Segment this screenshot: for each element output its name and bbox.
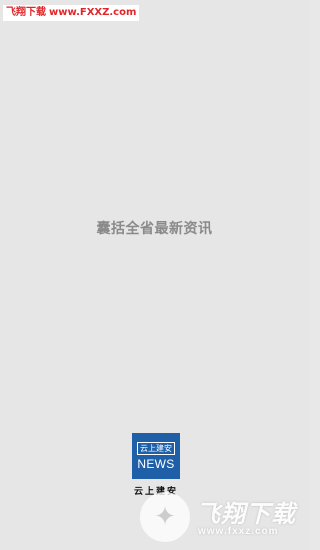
watermark-site-name: 飞翔下载	[6, 7, 46, 18]
app-logo: 云上建安 NEWS	[132, 433, 180, 479]
top-watermark: 飞翔下载 www.FXXZ.com	[3, 5, 140, 21]
watermark-logo-icon: ✦	[140, 492, 190, 542]
splash-tagline: 囊括全省最新资讯	[96, 221, 213, 237]
logo-badge-text: 云上建安	[137, 441, 175, 455]
bottom-watermark: ✦ 飞翔下载 www.fxxz.com	[140, 488, 305, 546]
splash-screen: 飞翔下载 www.FXXZ.com 囊括全省最新资讯 云上建安 NEWS 云上建…	[0, 0, 309, 550]
watermark-title: 飞翔下载	[196, 500, 296, 528]
logo-news-text: NEWS	[137, 456, 175, 471]
watermark-url: www.FXXZ.com	[49, 7, 137, 18]
watermark-domain: www.fxxz.com	[198, 526, 279, 537]
